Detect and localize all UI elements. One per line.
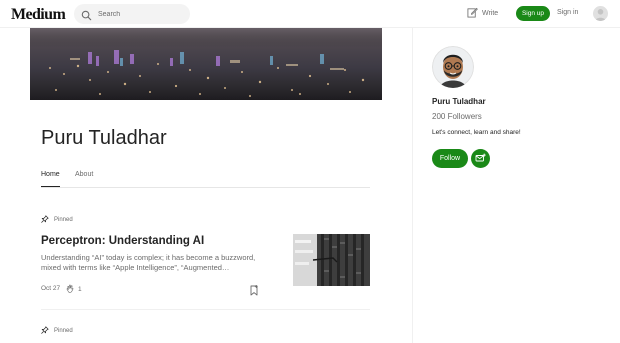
pinned-indicator: Pinned [41,326,73,336]
pinned-label: Pinned [54,217,73,223]
top-navigation-bar: Medium Write Sign up Sign in [0,0,620,28]
search-box[interactable] [74,4,190,24]
mail-plus-icon [475,150,486,168]
pinned-label: Pinned [54,328,73,334]
profile-name-heading: Puru Tuladhar [41,127,167,149]
followers-count[interactable]: 200 Followers [432,112,482,121]
bookmark-button[interactable] [249,283,259,301]
search-icon [81,8,92,26]
sign-in-link[interactable]: Sign in [557,9,578,16]
pin-icon [41,326,49,336]
post-date: Oct 27 [41,285,61,292]
write-label: Write [482,10,499,17]
write-button[interactable]: Write [467,7,498,20]
clap-icon [66,284,75,295]
sidebar-author-name[interactable]: Puru Tuladhar [432,97,486,106]
profile-avatar[interactable] [432,46,474,88]
clap-count: 1 [78,286,82,293]
subscribe-button[interactable] [471,149,490,168]
post-subtitle[interactable]: Understanding “AI” today is complex; it … [41,253,277,273]
search-input[interactable] [98,7,184,21]
tab-about[interactable]: About [75,171,93,178]
sidebar-divider [412,28,413,343]
post-thumbnail-image[interactable] [293,234,370,286]
post-title[interactable]: Perceptron: Understanding AI [41,235,204,247]
bookmark-icon [249,283,259,300]
pinned-indicator: Pinned [41,215,73,225]
user-avatar-icon[interactable] [593,6,608,21]
clap-button[interactable]: 1 [66,284,82,295]
profile-banner-image [30,28,382,100]
post-divider [41,309,370,310]
medium-logo[interactable]: Medium [11,6,66,24]
active-tab-indicator [41,186,60,187]
write-icon [467,7,478,20]
pin-icon [41,215,49,225]
tab-home[interactable]: Home [41,171,60,178]
follow-button[interactable]: Follow [432,149,468,168]
profile-tabs: Home About [41,166,370,188]
author-bio: Let's connect, learn and share! [432,129,521,136]
sign-up-button[interactable]: Sign up [516,6,550,21]
